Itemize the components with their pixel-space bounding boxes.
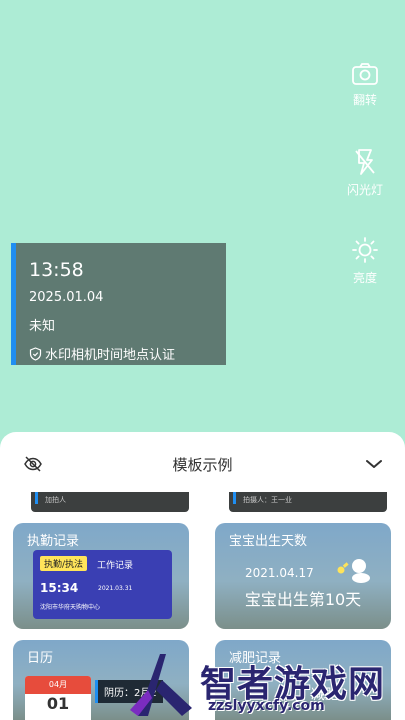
accent-bar xyxy=(233,492,236,504)
duty-time: 15:34 xyxy=(40,581,79,595)
duty-address: 沈阳市华府天购物中心 xyxy=(40,604,101,611)
template-tile-partial-left[interactable]: 加拍人 xyxy=(31,492,189,512)
duty-preview: 执勤/执法 工作记录 15:34 2021.03.31 沈阳市华府天购物中心 xyxy=(33,550,172,619)
template-tile-partial-right[interactable]: 拍摄人：王一业 xyxy=(229,492,387,512)
sheet-title: 模板示例 xyxy=(172,456,233,474)
calendar-day: 01 xyxy=(46,694,70,713)
tile-label: 宝宝出生天数 xyxy=(229,534,308,549)
partial-left-text: 加拍人 xyxy=(45,496,66,504)
baby-text: 宝宝出生第10天 xyxy=(244,590,362,609)
duty-subtitle: 工作记录 xyxy=(97,561,134,571)
sheet-header: 模板示例 xyxy=(0,432,405,492)
camera-flip-icon xyxy=(352,63,378,85)
watermark-verify: 水印相机时间地点认证 xyxy=(29,344,226,363)
partial-right-text: 拍摄人：王一业 xyxy=(243,496,292,504)
flip-label: 翻转 xyxy=(352,93,377,107)
tile-label: 日历 xyxy=(27,651,54,666)
chevron-down-icon[interactable] xyxy=(365,458,383,470)
sun-icon xyxy=(352,237,378,263)
flip-camera-button[interactable]: 翻转 xyxy=(325,62,405,108)
watermark-verify-text: 水印相机时间地点认证 xyxy=(45,348,176,363)
calendar-widget: 04月 01 xyxy=(25,676,91,720)
flash-label: 闪光灯 xyxy=(346,183,383,197)
shield-icon xyxy=(29,346,42,361)
template-tile-duty[interactable]: 执勤记录 执勤/执法 工作记录 15:34 2021.03.31 沈阳市华府天购… xyxy=(13,523,189,629)
watermark-time: 13:58 xyxy=(29,259,84,281)
site-logo: 智者游戏网 zzslyyxcfy.com xyxy=(126,650,405,720)
template-tile-baby[interactable]: 宝宝出生天数 2021.04.17 宝宝出生第10天 xyxy=(215,523,391,629)
watermark-location: 未知 xyxy=(29,319,56,334)
brightness-label: 亮度 xyxy=(352,271,377,285)
baby-date: 2021.04.17 xyxy=(245,566,314,580)
logo-url: zzslyyxcfy.com xyxy=(208,698,325,714)
duty-date: 2021.03.31 xyxy=(98,585,133,592)
baby-icon xyxy=(337,559,370,583)
duty-chip: 执勤/执法 xyxy=(40,556,88,571)
brightness-button[interactable]: 亮度 xyxy=(325,236,405,286)
flash-off-icon xyxy=(355,149,375,175)
calendar-month: 04月 xyxy=(25,676,91,694)
accent-bar xyxy=(35,492,38,504)
tile-label: 执勤记录 xyxy=(27,534,80,549)
flash-button[interactable]: 闪光灯 xyxy=(325,148,405,198)
watermark-card[interactable]: 13:58 2025.01.04 未知 水印相机时间地点认证 xyxy=(11,243,226,365)
logo-mark-icon xyxy=(130,654,192,716)
watermark-date: 2025.01.04 xyxy=(29,290,104,305)
